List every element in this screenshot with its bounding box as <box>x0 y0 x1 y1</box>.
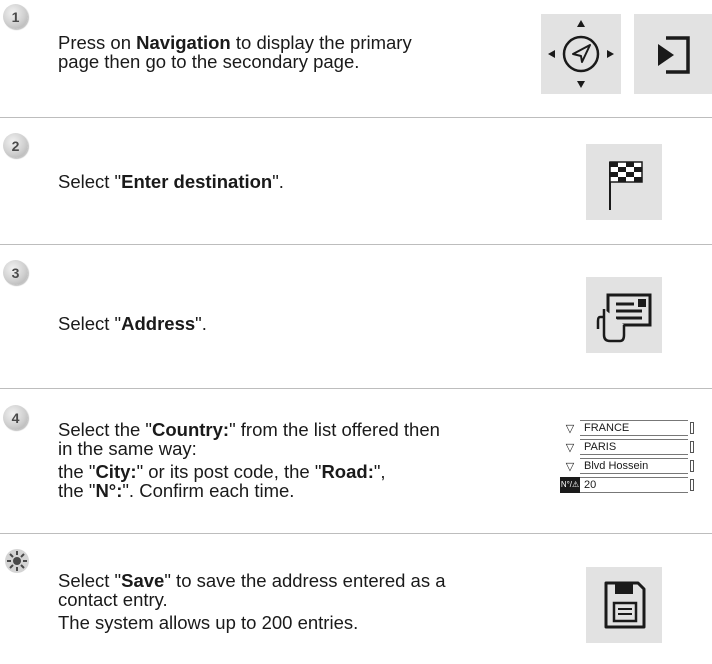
address-icon-box <box>586 277 662 353</box>
city-value: PARIS <box>580 439 688 455</box>
road-value: Blvd Hossein <box>580 458 688 474</box>
destination-icon-box <box>586 144 662 220</box>
step-4-text: Select the "Country:" from the list offe… <box>58 420 440 500</box>
step-1-text: Press on Navigation to display the prima… <box>58 33 412 71</box>
step-1-badge: 1 <box>3 4 28 29</box>
number-value: 20 <box>580 477 688 493</box>
road-row: ▽ Blvd Hossein <box>560 458 698 474</box>
scroll-marker-icon <box>690 441 694 453</box>
step-1-line-2: page then go to the secondary page. <box>58 51 360 72</box>
bold-term: Enter destination <box>121 171 273 192</box>
address-list-preview: ▽ FRANCE ▽ PARIS ▽ Blvd Hossein N°/⚠ 20 <box>560 420 698 500</box>
step-2-line-1: Select "Enter destination". <box>58 171 284 192</box>
address-card-hand-icon <box>596 293 652 343</box>
number-label: N°/⚠ <box>560 477 580 493</box>
dropdown-arrow-icon: ▽ <box>565 422 575 435</box>
tip-line-2: contact entry. <box>58 589 168 610</box>
city-row: ▽ PARIS <box>560 439 698 455</box>
bold-term: Navigation <box>136 32 231 53</box>
tip-line-3: The system allows up to 200 entries. <box>58 612 359 633</box>
bold-term: Address <box>121 313 196 334</box>
step-3-badge: 3 <box>3 260 28 285</box>
tip-sun-icon <box>5 549 29 573</box>
step-4-line-3: the "City:" or its post code, the "Road:… <box>58 461 386 482</box>
secondary-page-icon <box>658 36 690 74</box>
navigation-compass-icon <box>548 20 614 88</box>
dropdown-arrow-icon: ▽ <box>565 460 575 473</box>
step-4-line-4: the "N°:". Confirm each time. <box>58 480 295 501</box>
step-3-text: Select "Address". <box>58 314 207 333</box>
divider <box>0 388 712 389</box>
divider <box>0 117 712 118</box>
scroll-marker-icon <box>690 422 694 434</box>
country-row: ▽ FRANCE <box>560 420 698 436</box>
bold-term: Country: <box>151 419 230 440</box>
tip-line-1: Select "Save" to save the address entere… <box>58 570 446 591</box>
number-row: N°/⚠ 20 <box>560 477 698 493</box>
scroll-marker-icon <box>690 479 694 491</box>
floppy-disk-icon <box>604 581 646 629</box>
bold-term: City: <box>95 461 137 482</box>
step-2-badge: 2 <box>3 133 28 158</box>
navigation-icon-box <box>541 14 621 94</box>
scroll-marker-icon <box>690 460 694 472</box>
bold-term: Save <box>121 570 165 591</box>
tip-badge <box>4 548 30 574</box>
step-4-line-2: in the same way: <box>58 438 197 459</box>
save-icon-box <box>586 567 662 643</box>
country-value: FRANCE <box>580 420 688 436</box>
dropdown-arrow-icon: ▽ <box>565 441 575 454</box>
tip-text: Select "Save" to save the address entere… <box>58 571 446 632</box>
step-1-line-1: Press on Navigation to display the prima… <box>58 32 412 53</box>
divider <box>0 533 712 534</box>
bold-term: N°: <box>95 480 123 501</box>
step-2-text: Select "Enter destination". <box>58 172 284 191</box>
secondary-page-icon-box <box>634 14 712 94</box>
bold-term: Road: <box>321 461 374 482</box>
divider <box>0 244 712 245</box>
step-3-line-1: Select "Address". <box>58 313 207 334</box>
checkered-flag-icon <box>609 161 643 210</box>
step-4-line-1: Select the "Country:" from the list offe… <box>58 419 440 440</box>
step-4-badge: 4 <box>3 405 28 430</box>
